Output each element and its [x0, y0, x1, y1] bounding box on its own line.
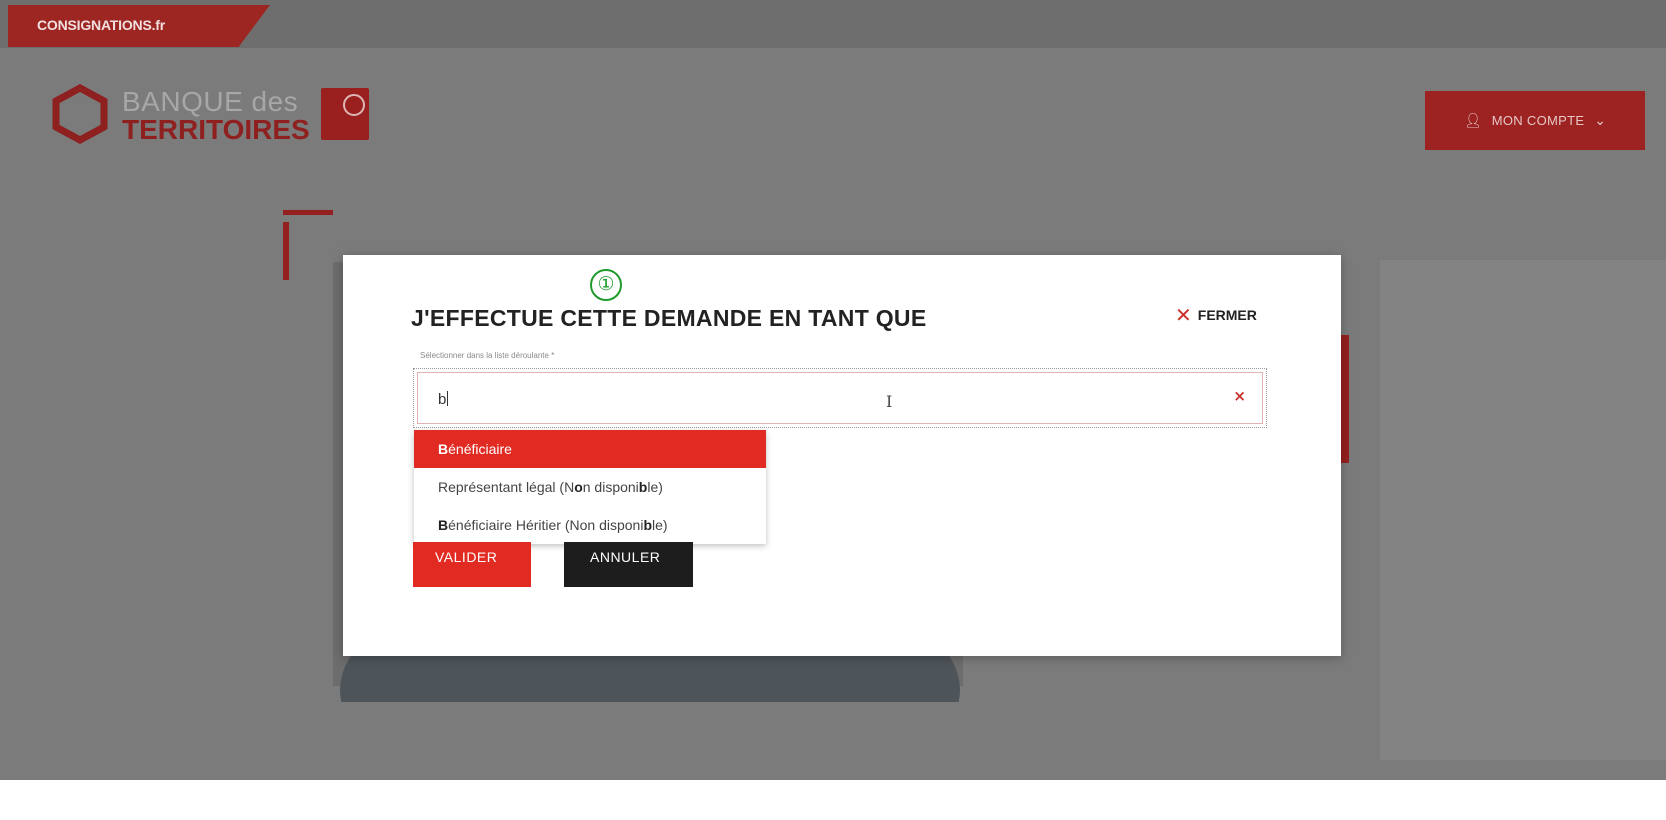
role-search-input[interactable]: b	[438, 391, 449, 408]
decorative-bar-horizontal	[283, 210, 333, 215]
right-panel	[1380, 260, 1666, 760]
validate-button[interactable]: VALIDER	[413, 542, 531, 587]
chevron-down-icon: ⌄	[1594, 112, 1607, 129]
close-button[interactable]: ✕ FERMER	[1175, 303, 1257, 327]
logo-line2: TERRITOIRES	[122, 114, 310, 145]
account-button[interactable]: 👤︎ MON COMPTE ⌄	[1425, 91, 1645, 150]
site-tag-label: CONSIGNATIONS.fr	[37, 17, 165, 33]
dropdown-option-beneficiaire[interactable]: Bénéficiaire	[414, 430, 766, 468]
close-label: FERMER	[1197, 307, 1257, 323]
cancel-button[interactable]: ANNULER	[564, 542, 693, 587]
site-tag[interactable]: CONSIGNATIONS.fr	[8, 5, 270, 47]
account-label: MON COMPTE	[1491, 113, 1585, 128]
hexagon-logo-icon	[52, 84, 108, 144]
role-select-box[interactable]: b I ×	[417, 372, 1263, 424]
option-text: énéficiaire Héritier (Non disponible)	[448, 517, 668, 533]
role-selection-modal: ① J'EFFECTUE CETTE DEMANDE EN TANT QUE ✕…	[343, 255, 1341, 656]
role-select[interactable]: b I ×	[413, 368, 1267, 428]
cdc-badge-icon	[321, 88, 369, 140]
user-icon: 👤︎	[1463, 112, 1482, 129]
option-match: B	[438, 517, 449, 533]
step-marker: ①	[590, 269, 622, 301]
clear-icon[interactable]: ×	[1233, 387, 1246, 405]
modal-title: J'EFFECTUE CETTE DEMANDE EN TANT QUE	[411, 305, 927, 331]
option-text: énéficiaire	[448, 441, 512, 457]
dropdown-option-beneficiaire-heritier[interactable]: Bénéficiaire Héritier (Non disponible)	[414, 506, 766, 544]
option-match: B	[438, 441, 449, 457]
decorative-bar-vertical	[283, 222, 289, 280]
decorative-bar-right	[1340, 335, 1349, 463]
text-caret	[447, 391, 449, 406]
dropdown-option-representant-legal[interactable]: Représentant légal (Non disponible)	[414, 468, 766, 506]
input-value: b	[438, 391, 447, 408]
text-cursor-icon: I	[886, 392, 893, 411]
select-field-label: Sélectionner dans la liste déroulante *	[420, 351, 555, 360]
role-dropdown-list: Bénéficiaire Représentant légal (Non dis…	[414, 430, 766, 544]
close-icon: ✕	[1175, 303, 1192, 327]
